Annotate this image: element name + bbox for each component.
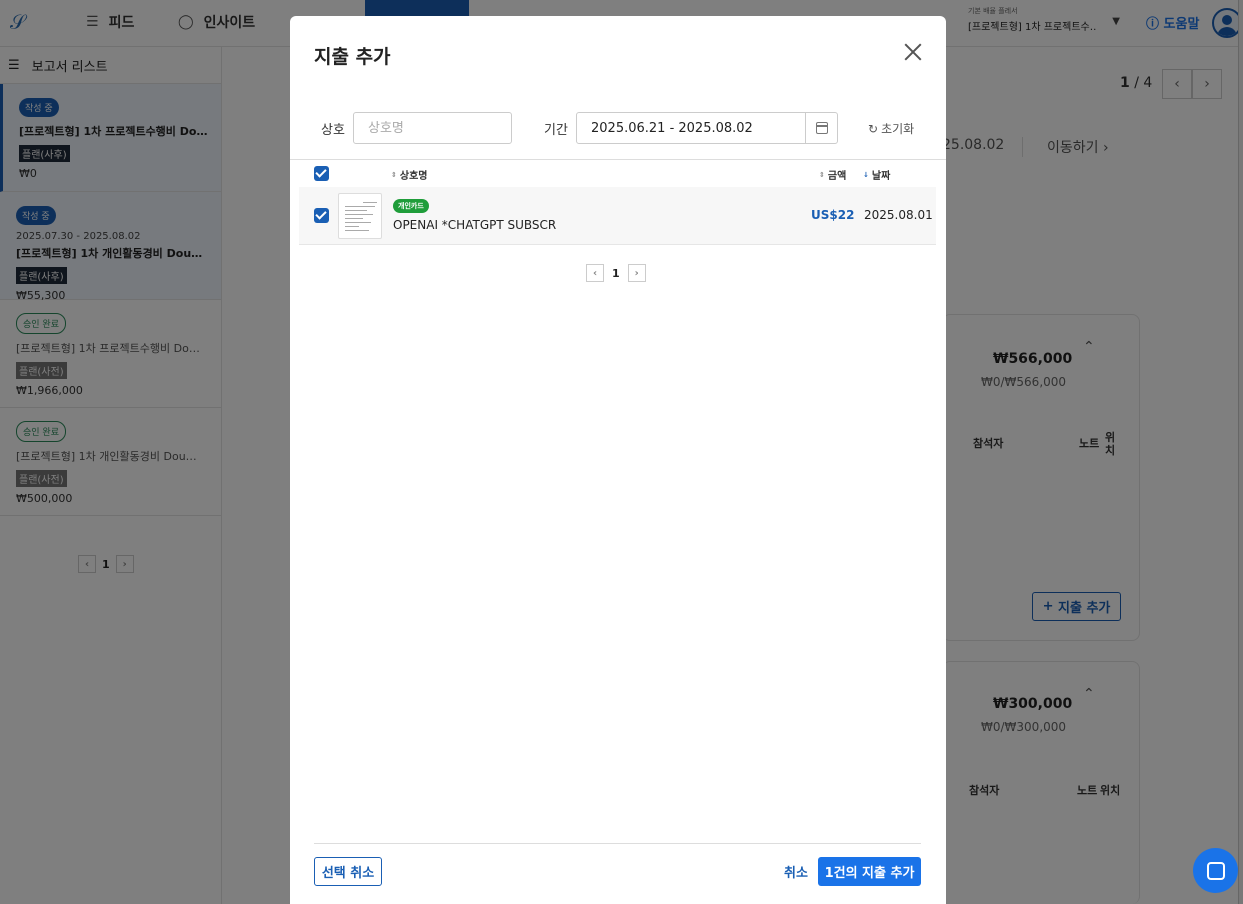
reset-label: 초기화 — [881, 122, 915, 136]
col-merchant-label: 상호명 — [399, 171, 428, 182]
modal-pagination: ‹ 1 › — [586, 264, 646, 282]
table-header: ⇕ 상호명 ⇕ 금액 ↓ 날짜 — [290, 159, 946, 187]
sort-icon: ⇕ — [819, 170, 825, 179]
period-value: 2025.06.21 - 2025.08.02 — [591, 120, 753, 136]
col-amount-header[interactable]: ⇕ 금액 — [819, 167, 847, 183]
period-date-picker[interactable]: 2025.06.21 - 2025.08.02 — [576, 112, 838, 144]
merchant-filter-label: 상호 — [321, 123, 345, 138]
prev-page-button[interactable]: ‹ — [586, 264, 604, 282]
footer-divider — [314, 843, 921, 844]
col-date-header[interactable]: ↓ 날짜 — [863, 167, 891, 183]
calendar-icon — [815, 122, 828, 134]
chat-icon — [1206, 861, 1225, 880]
modal-page-number[interactable]: 1 — [612, 267, 620, 280]
select-all-checkbox[interactable] — [314, 166, 329, 181]
col-merchant-header[interactable]: ⇕ 상호명 — [391, 167, 428, 183]
expense-amount: US$22 — [811, 208, 855, 222]
deselect-button[interactable]: 선택 취소 — [314, 857, 382, 886]
receipt-thumbnail[interactable] — [338, 193, 382, 239]
period-filter-label: 기간 — [544, 123, 568, 138]
merchant-name: OPENAI *CHATGPT SUBSCR — [393, 218, 557, 232]
row-checkbox[interactable] — [314, 208, 329, 223]
chat-support-button[interactable] — [1193, 848, 1238, 893]
col-date-label: 날짜 — [871, 171, 891, 182]
refresh-icon: ↻ — [868, 121, 879, 136]
modal-title: 지출 추가 — [314, 46, 391, 68]
reset-button[interactable]: ↻ 초기화 — [868, 120, 914, 137]
cancel-button[interactable]: 취소 — [784, 862, 808, 881]
expense-date: 2025.08.01 — [864, 208, 933, 222]
col-amount-label: 금액 — [827, 171, 847, 182]
table-row[interactable]: 개인카드 OPENAI *CHATGPT SUBSCR US$22 2025.0… — [299, 187, 936, 245]
submit-add-expense-button[interactable]: 1건의 지출 추가 — [818, 857, 921, 886]
next-page-button[interactable]: › — [627, 264, 646, 282]
calendar-button[interactable] — [805, 113, 837, 143]
card-type-badge: 개인카드 — [393, 199, 429, 213]
sort-icon: ⇕ — [391, 170, 397, 179]
add-expense-modal: 지출 추가 상호 기간 2025.06.21 - 2025.08.02 ↻초기화… — [290, 16, 946, 904]
close-icon[interactable] — [902, 41, 924, 63]
sort-desc-icon: ↓ — [863, 170, 869, 179]
merchant-search-input[interactable] — [353, 112, 512, 144]
